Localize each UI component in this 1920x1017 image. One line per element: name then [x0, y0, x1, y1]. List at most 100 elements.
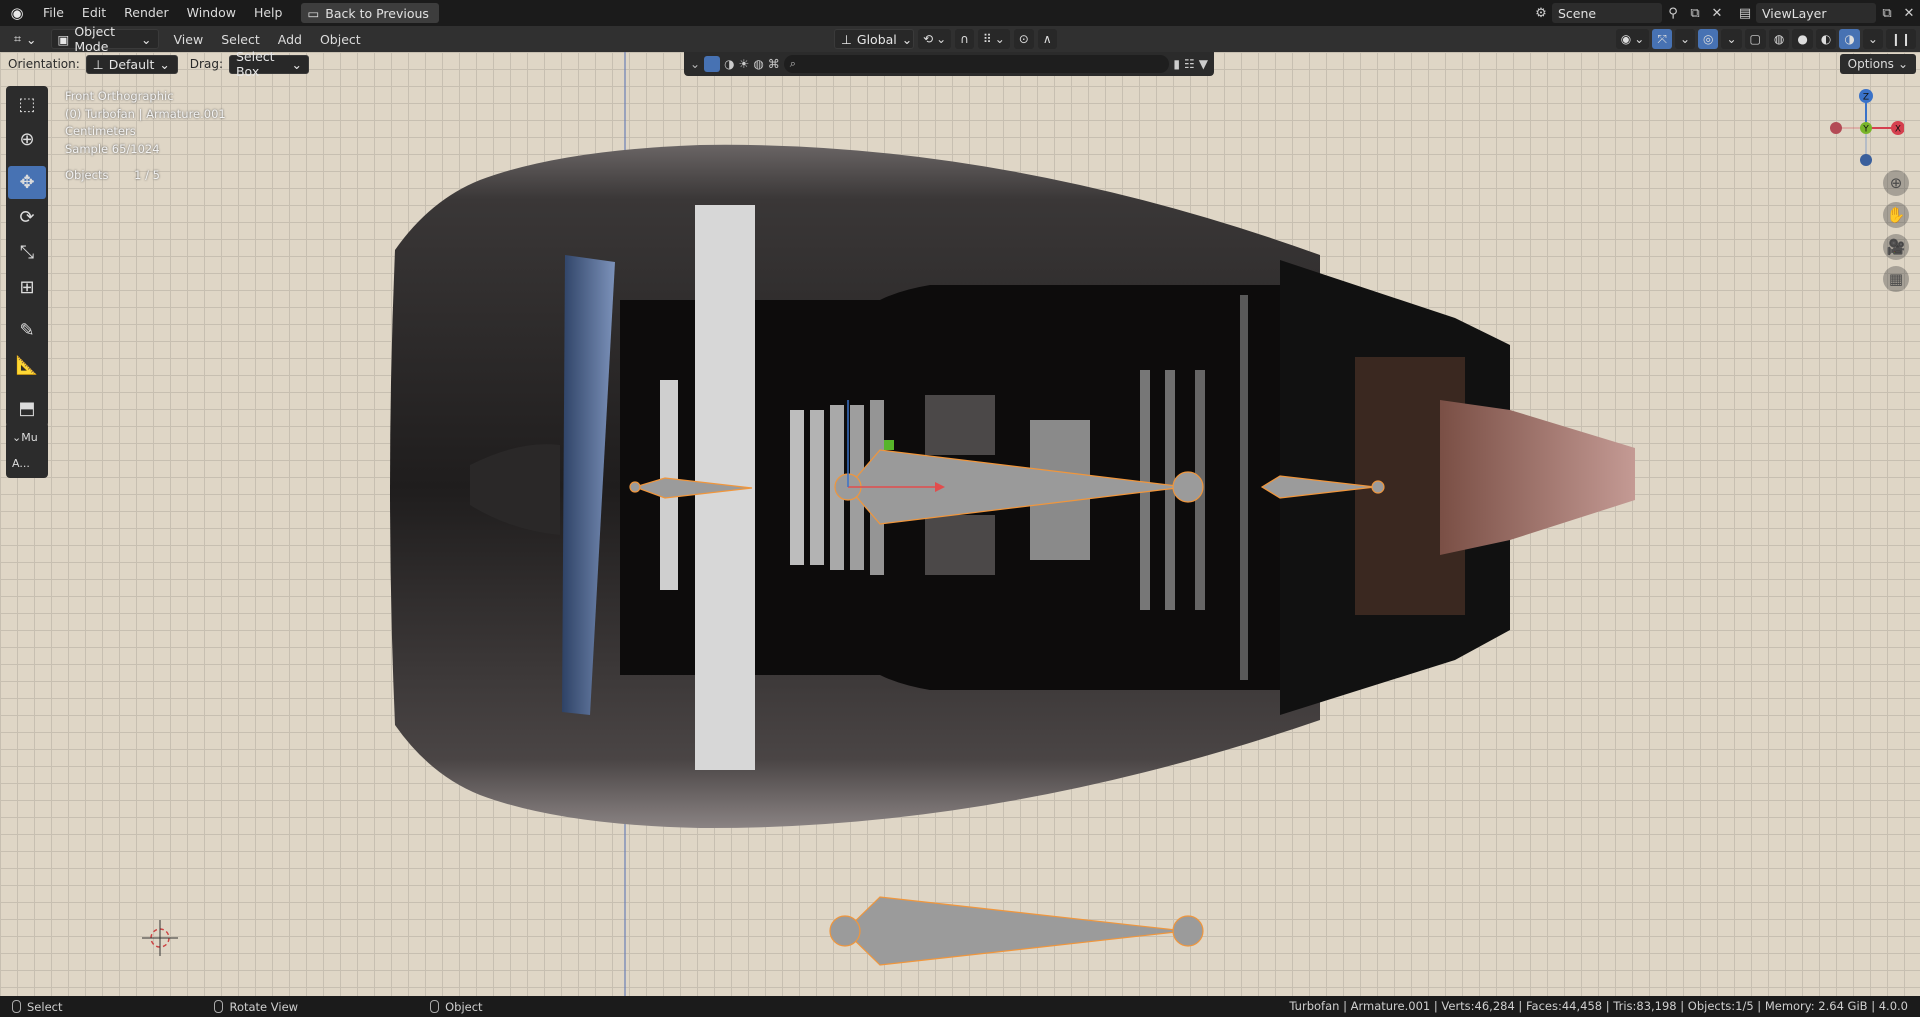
filter-search-input[interactable]: ⌕: [783, 55, 1170, 73]
light-filter-icon[interactable]: ☀: [739, 57, 750, 71]
orientation-dropdown[interactable]: ⊥ Default ⌄: [85, 54, 178, 74]
proportional-edit-icon: ⊙: [1018, 32, 1029, 46]
mouse-middle-icon: [214, 1000, 224, 1013]
add-cube-tool-icon[interactable]: ⬒: [8, 392, 46, 425]
header-menu-object[interactable]: Object: [311, 32, 370, 47]
new-view-layer-icon[interactable]: ⧉: [1876, 3, 1898, 23]
perspective-grid-icon[interactable]: ▦: [1883, 266, 1909, 292]
sidebar-toggle[interactable]: ❙❙: [1885, 29, 1916, 49]
snap-grid-icon: ⠿: [982, 32, 992, 46]
status-object: Object: [418, 1000, 483, 1014]
drag-dropdown[interactable]: Select Box ⌄: [228, 49, 309, 79]
menu-window[interactable]: Window: [178, 0, 245, 26]
remove-view-layer-icon[interactable]: ✕: [1898, 3, 1920, 23]
snap-target-dropdown[interactable]: ⠿ ⌄: [977, 29, 1010, 49]
solid-shading-button[interactable]: ●: [1792, 29, 1813, 49]
view-layer-name: ViewLayer: [1762, 5, 1827, 21]
status-select-label: Select: [27, 999, 63, 1014]
visibility-dropdown[interactable]: ◉ ⌄: [1615, 29, 1650, 49]
measure-tool-icon[interactable]: 📐: [8, 349, 46, 382]
search-icon: ⌕: [789, 57, 796, 70]
wireframe-shading-button[interactable]: ◍: [1768, 29, 1790, 49]
pin-scene-icon[interactable]: ⚲: [1662, 3, 1684, 23]
chevron-down-icon: ⌄: [1634, 32, 1645, 46]
transform-tool-icon[interactable]: ⊞: [8, 271, 46, 304]
rotate-tool-icon[interactable]: ⟳: [8, 201, 46, 234]
pivot-point-dropdown[interactable]: ⟲ ⌄: [918, 29, 952, 49]
menu-render[interactable]: Render: [115, 0, 178, 26]
annotate-tool-icon[interactable]: ✎: [8, 314, 46, 347]
material-filter-icon[interactable]: ◑: [724, 57, 734, 71]
editor-type-dropdown[interactable]: ⌗ ⌄: [8, 29, 43, 49]
rendered-shading-button[interactable]: ◑: [1839, 29, 1860, 49]
gizmo-icon: ⤧: [1657, 31, 1667, 46]
pivot-icon: ⟲: [923, 32, 934, 46]
view-layer-field[interactable]: ViewLayer: [1756, 3, 1876, 23]
overlays-toggle[interactable]: ◎: [1698, 29, 1719, 49]
remove-scene-icon[interactable]: ✕: [1706, 3, 1728, 23]
object-filter-icon[interactable]: [704, 56, 721, 72]
blender-logo-icon[interactable]: ◉: [0, 0, 34, 26]
mode-dropdown[interactable]: ▣ Object Mode ⌄: [50, 24, 159, 54]
panel-tab-mu[interactable]: ⌄ Mu: [8, 426, 46, 448]
solid-sphere-icon: ●: [1797, 32, 1808, 46]
filter-funnel-icon[interactable]: ▼: [1199, 57, 1208, 71]
gizmo-toggle[interactable]: ⤧: [1652, 29, 1672, 49]
scene-field[interactable]: Scene: [1552, 3, 1662, 23]
zoom-icon[interactable]: ⊕: [1883, 170, 1909, 196]
menu-help[interactable]: Help: [245, 0, 292, 26]
chevron-down-icon: ⌄: [1867, 32, 1878, 46]
view-name: Front Orthographic: [65, 89, 174, 103]
drag-label: Drag:: [189, 57, 223, 71]
back-to-previous-button[interactable]: ▭ Back to Previous: [301, 3, 439, 23]
options-dropdown[interactable]: Options ⌄: [1839, 54, 1916, 74]
material-shading-button[interactable]: ◐: [1815, 29, 1837, 49]
select-box-tool-icon[interactable]: ⬚: [8, 88, 46, 121]
snap-toggle[interactable]: ∩: [955, 29, 974, 49]
panel-tab-a[interactable]: A...: [8, 452, 46, 474]
xray-toggle[interactable]: ▢: [1744, 29, 1766, 49]
scale-tool-icon[interactable]: ⤡: [8, 236, 46, 269]
navigation-gizmo[interactable]: Z X Y: [1828, 86, 1904, 166]
move-tool-icon[interactable]: ✥: [8, 166, 46, 199]
hierarchy-icon[interactable]: ☷: [1184, 57, 1195, 71]
gizmo-dropdown[interactable]: ⌄: [1674, 29, 1695, 49]
view-layer-selector-icon[interactable]: ▤: [1734, 3, 1756, 23]
gizmo-neg-z-icon[interactable]: [1860, 154, 1872, 166]
world-filter-icon[interactable]: ◍: [753, 57, 763, 71]
material-sphere-icon: ◐: [1820, 32, 1832, 46]
menu-file[interactable]: File: [34, 0, 73, 26]
transform-orientation-label: Global: [856, 31, 897, 47]
proportional-edit-toggle[interactable]: ⊙: [1013, 29, 1034, 49]
scene-statistics: Turbofan | Armature.001 | Verts:46,284 |…: [1289, 999, 1908, 1013]
navigation-buttons: ⊕ ✋ 🎥 ▦: [1883, 170, 1909, 292]
scene-selector-icon[interactable]: ⚙: [1530, 3, 1552, 23]
standalone-bone[interactable]: [829, 896, 1204, 966]
mouse-left-icon: [12, 1000, 21, 1013]
header-menu-view[interactable]: View: [165, 32, 213, 47]
overlays-dropdown[interactable]: ⌄: [1721, 29, 1742, 49]
header-menu-select[interactable]: Select: [212, 32, 269, 47]
transform-orientation-dropdown[interactable]: ⊥ Global ⌄: [834, 29, 914, 49]
cursor-tool-icon[interactable]: ⊕: [8, 123, 46, 156]
bookmark-icon[interactable]: ▮: [1173, 57, 1180, 71]
wireframe-sphere-icon: ◍: [1773, 32, 1785, 46]
pan-hand-icon[interactable]: ✋: [1883, 202, 1909, 228]
tail-cone: [1440, 400, 1635, 555]
3d-cursor[interactable]: [142, 920, 178, 956]
options-label: Options: [1847, 57, 1894, 71]
gizmo-neg-x-icon[interactable]: [1830, 122, 1842, 134]
camera-view-icon[interactable]: 🎥: [1883, 234, 1909, 260]
shading-dropdown[interactable]: ⌄: [1862, 29, 1883, 49]
header-menu-add[interactable]: Add: [269, 32, 311, 47]
new-scene-icon[interactable]: ⧉: [1684, 3, 1706, 23]
node-filter-icon[interactable]: ⌘: [768, 57, 780, 71]
chevron-down-icon: ⌄: [994, 32, 1005, 46]
turbofan-render[interactable]: [0, 52, 1920, 996]
falloff-dropdown[interactable]: ∧: [1037, 29, 1057, 49]
viewport-header: ⌗ ⌄ ▣ Object Mode ⌄ View Select Add Objec…: [0, 24, 1920, 54]
xz-plane-handle[interactable]: [884, 440, 894, 450]
chevron-down-icon: ⌄: [26, 31, 37, 47]
mouse-right-icon: [430, 1000, 440, 1013]
menu-edit[interactable]: Edit: [73, 0, 115, 26]
